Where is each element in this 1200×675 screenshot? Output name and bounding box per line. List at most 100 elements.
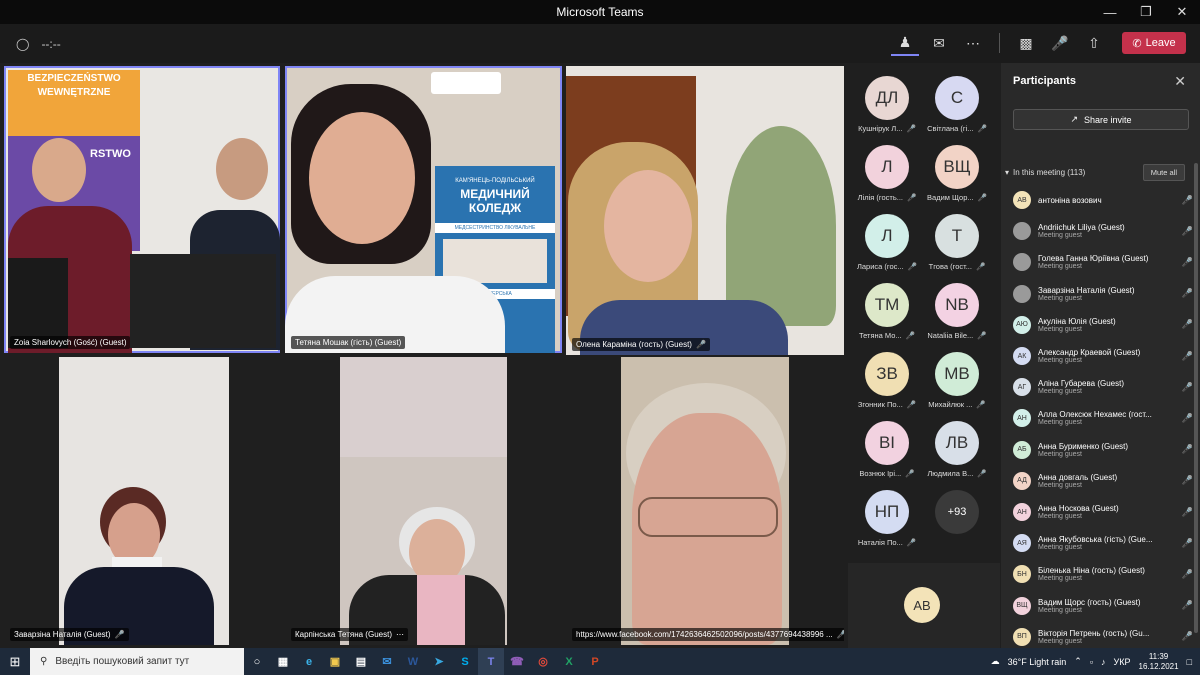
video-tile[interactable]: КАМ'ЯНЕЦЬ-ПОДІЛЬСЬКИЙ МЕДИЧНИЙ КОЛЕДЖ МЕ… — [285, 66, 562, 353]
meeting-timer: --:-- — [41, 36, 61, 51]
video-tile[interactable]: Заварзіна Наталія (Guest) 🎤 — [4, 357, 280, 645]
participant-row[interactable]: ВП Вікторія Петрень (гость) (Gu... Meeting… — [1013, 623, 1193, 651]
skype-icon[interactable]: S — [452, 648, 478, 675]
powerpoint-icon[interactable]: P — [582, 648, 608, 675]
participant-avatar[interactable]: Т Тгова (гост... 🎤 — [922, 214, 992, 271]
mic-muted-icon[interactable]: 🎤 — [1182, 195, 1193, 206]
store-icon[interactable]: ▤ — [348, 648, 374, 675]
close-icon[interactable]: ✕ — [1174, 73, 1186, 90]
phone-icon: ✆ — [1132, 37, 1142, 50]
mute-all-button[interactable]: Mute all — [1142, 164, 1185, 181]
video-tile[interactable]: https://www.facebook.com/174263646250209… — [566, 357, 844, 645]
participant-avatar[interactable]: ВЩ Вадим Щор... 🎤 — [922, 145, 992, 202]
participant-row[interactable]: АГ Аліна Губарева (Guest) Meeting guest 🎤 — [1013, 373, 1193, 401]
participant-row[interactable]: ВЩ Вадим Щорс (гость) (Guest) Meeting gues… — [1013, 592, 1193, 620]
mic-muted-icon[interactable]: 🎤 — [1182, 631, 1193, 642]
explorer-icon[interactable]: ▣ — [322, 648, 348, 675]
participant-role: Meeting guest — [1038, 481, 1082, 489]
participant-avatar[interactable]: ДЛ Кушнірук Л... 🎤 — [852, 76, 922, 133]
scrollbar[interactable] — [1194, 163, 1198, 633]
participant-name: Алла Олексюк Нехамес (гост... — [1038, 410, 1152, 420]
more-icon[interactable]: ⋯ — [396, 630, 404, 639]
mic-muted-icon[interactable]: 🎤 — [1182, 319, 1193, 330]
participant-avatar[interactable]: NB Nataliia Bile... 🎤 — [922, 283, 992, 340]
telegram-icon[interactable]: ➤ — [426, 648, 452, 675]
participant-row[interactable]: АЯ Анна Якубовська (гість) (Gue... Meeting… — [1013, 529, 1193, 557]
taskbar-search-input[interactable]: ⚲ Введіть пошуковий запит тут — [30, 648, 244, 675]
participant-row[interactable]: БН Біленька Ніна (гость) (Guest) Meeting g… — [1013, 560, 1193, 588]
participant-row[interactable]: АК Александр Краевой (Guest) Meeting guest… — [1013, 342, 1193, 370]
close-window-icon[interactable]: ✕ — [1164, 0, 1200, 24]
participant-avatar[interactable]: ЗВ Згонник По... 🎤 — [852, 352, 922, 409]
participant-avatar[interactable]: НП Наталія По... 🎤 — [852, 490, 922, 547]
participant-row[interactable]: АД Анна довгаль (Guest) Meeting guest 🎤 — [1013, 467, 1193, 495]
participant-row[interactable]: АН Анна Носкова (Guest) Meeting guest 🎤 — [1013, 498, 1193, 526]
clock[interactable]: 11:39 16.12.2021 — [1139, 652, 1179, 672]
mic-muted-icon[interactable]: 🎤 — [1182, 475, 1193, 486]
more-options-icon[interactable]: ⋯ — [959, 30, 987, 56]
participant-row[interactable]: AB антоніна возович 🎤 — [1013, 186, 1193, 214]
people-icon[interactable]: ♟ — [891, 30, 919, 56]
participant-row[interactable]: Заварзіна Наталія (Guest) Meeting guest 🎤 — [1013, 280, 1193, 308]
participant-name: Анна довгаль (Guest) — [1038, 472, 1118, 482]
participant-row[interactable]: АЮ Акуліна Юлія (Guest) Meeting guest 🎤 — [1013, 311, 1193, 339]
mic-muted-icon[interactable]: 🎤 — [1182, 226, 1193, 237]
video-tile[interactable]: Карпінська Тетяна (Guest) ⋯ — [285, 357, 562, 645]
share-screen-icon[interactable]: ⇧ — [1080, 30, 1108, 56]
volume-icon[interactable]: ♪ — [1101, 657, 1106, 667]
participant-avatar[interactable]: Л Лариса (гос... 🎤 — [852, 214, 922, 271]
chrome-icon[interactable]: ◎ — [530, 648, 556, 675]
participant-avatar[interactable]: ВІ Вознюк Ірі... 🎤 — [852, 421, 922, 478]
excel-icon[interactable]: X — [556, 648, 582, 675]
mic-muted-icon[interactable]: 🎤 — [1182, 600, 1193, 611]
mic-muted-icon[interactable]: 🎤 — [1182, 444, 1193, 455]
mail-icon[interactable]: ✉ — [374, 648, 400, 675]
word-icon[interactable]: W — [400, 648, 426, 675]
teams-icon[interactable]: T — [478, 648, 504, 675]
chat-icon[interactable]: ✉ — [925, 30, 953, 56]
minimize-icon[interactable]: — — [1092, 0, 1128, 24]
participant-row[interactable]: АБ Анна Бурименко (Guest) Meeting guest 🎤 — [1013, 436, 1193, 464]
network-icon[interactable]: ▫ — [1090, 657, 1093, 667]
mic-muted-icon[interactable]: 🎤 — [1182, 507, 1193, 518]
windows-start-icon[interactable]: ⊞ — [0, 654, 30, 670]
participant-avatar[interactable]: ТМ Тетяна Мо... 🎤 — [852, 283, 922, 340]
mic-muted-icon[interactable]: 🎤 — [1182, 569, 1193, 580]
participant-avatar[interactable]: ЛВ Людмила В... 🎤 — [922, 421, 992, 478]
video-tile[interactable]: BEZPIECZEŃSTWO WEWNĘTRZNE RSTWO Zoia Sha… — [4, 66, 280, 353]
participant-avatar: АЯ — [1013, 534, 1031, 553]
participant-avatar[interactable]: Л Лілія (гость... 🎤 — [852, 145, 922, 202]
participant-text: Andriichuk Liliya (Guest) Meeting guest — [1038, 223, 1166, 239]
restore-icon[interactable]: ❐ — [1128, 0, 1164, 24]
camera-off-icon[interactable]: ▩ — [1012, 30, 1040, 56]
participant-name: Анна Носкова (Guest) — [1038, 504, 1119, 513]
mic-muted-icon[interactable]: 🎤 — [1182, 257, 1193, 268]
participant-row[interactable]: Andriichuk Liliya (Guest) Meeting guest 🎤 — [1013, 217, 1193, 245]
mic-muted-icon[interactable]: 🎤 — [1182, 382, 1193, 393]
weather-text[interactable]: 36°F Light rain — [1008, 657, 1067, 667]
participant-avatar[interactable]: С Світлана (гі... 🎤 — [922, 76, 992, 133]
in-meeting-header[interactable]: ▾ In this meeting (113) Mute all — [1005, 164, 1195, 181]
participant-name: Анна Якубовська (гість) (Gue... — [1038, 535, 1153, 545]
leave-button[interactable]: ✆ Leave — [1122, 32, 1186, 54]
mic-muted-icon[interactable]: 🎤 — [1182, 538, 1193, 549]
participant-row[interactable]: Голева Ганна Юріївна (Guest) Meeting gues… — [1013, 248, 1193, 276]
search-icon: ⚲ — [40, 656, 48, 667]
participant-avatar: АК — [1013, 347, 1031, 365]
overflow-avatars-button[interactable]: +93 — [922, 490, 992, 534]
widgets-icon[interactable]: ▦ — [270, 648, 296, 675]
viber-icon[interactable]: ☎ — [504, 648, 530, 675]
mic-muted-icon[interactable]: 🎤 — [1182, 413, 1193, 424]
tray-chevron-icon[interactable]: ⌃ — [1074, 656, 1082, 667]
participant-avatar[interactable]: МВ Михайлюк ... 🎤 — [922, 352, 992, 409]
notifications-icon[interactable]: □ — [1187, 657, 1192, 667]
edge-icon[interactable]: e — [296, 648, 322, 675]
participant-row[interactable]: АН Алла Олексюк Нехамес (гост... Meeting g… — [1013, 404, 1193, 432]
mic-off-icon[interactable]: 🎤 — [1046, 30, 1074, 56]
task-view-icon[interactable]: ○ — [244, 648, 270, 675]
mic-muted-icon[interactable]: 🎤 — [1182, 351, 1193, 362]
language-indicator[interactable]: УКР — [1114, 657, 1131, 667]
video-tile[interactable]: Олена Караміна (гость) (Guest) 🎤 — [566, 66, 844, 355]
mic-muted-icon[interactable]: 🎤 — [1182, 288, 1193, 299]
share-invite-button[interactable]: ↗ Share invite — [1013, 109, 1189, 130]
